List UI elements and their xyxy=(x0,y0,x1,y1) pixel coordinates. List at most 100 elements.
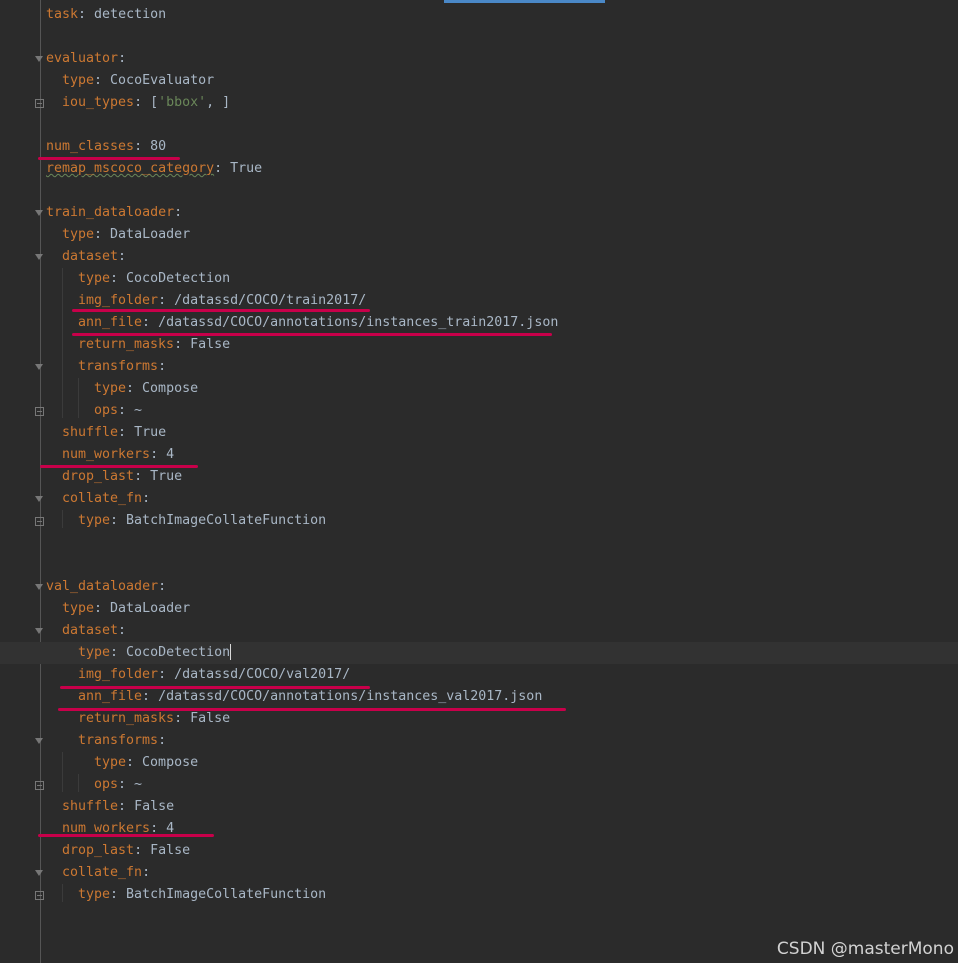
yaml-separator: : xyxy=(134,95,151,110)
code-line[interactable]: collate_fn: xyxy=(0,862,958,884)
fold-open-icon[interactable] xyxy=(35,55,44,64)
yaml-key: type xyxy=(78,513,111,528)
code-line-content: type: Compose xyxy=(94,378,198,400)
yaml-separator: : xyxy=(94,601,111,616)
code-line[interactable]: type: BatchImageCollateFunction xyxy=(0,884,958,906)
yaml-value: /datassd/COCO/annotations/instances_val2… xyxy=(158,689,543,704)
yaml-key: remap_mscoco_category xyxy=(46,161,215,176)
code-line[interactable]: type: DataLoader xyxy=(0,598,958,620)
code-line-content: evaluator: xyxy=(46,48,126,70)
code-line[interactable]: transforms: xyxy=(0,356,958,378)
annotation-underline xyxy=(72,333,552,336)
code-line[interactable]: shuffle: True xyxy=(0,422,958,444)
yaml-value: False xyxy=(150,843,191,858)
code-line-content: drop_last: True xyxy=(62,466,182,488)
yaml-value: /datassd/COCO/val2017/ xyxy=(174,667,351,682)
code-line[interactable]: ann_file: /datassd/COCO/annotations/inst… xyxy=(0,312,958,334)
code-line[interactable]: iou_types: ['bbox', ] xyxy=(0,92,958,114)
yaml-separator: : xyxy=(78,7,95,22)
yaml-key: iou_types xyxy=(62,95,135,110)
fold-end-icon[interactable] xyxy=(35,891,44,900)
fold-open-icon[interactable] xyxy=(35,869,44,878)
code-line[interactable]: type: CocoDetection xyxy=(0,268,958,290)
code-line[interactable]: type: CocoDetection xyxy=(0,642,958,664)
annotation-underline xyxy=(72,309,370,312)
code-line[interactable]: img_folder: /datassd/COCO/val2017/ xyxy=(0,664,958,686)
code-line[interactable]: type: Compose xyxy=(0,752,958,774)
yaml-key: train_dataloader xyxy=(46,205,175,220)
yaml-separator: : xyxy=(118,425,135,440)
yaml-separator: : xyxy=(134,469,151,484)
code-line[interactable]: type: CocoEvaluator xyxy=(0,70,958,92)
yaml-key: ops xyxy=(94,777,119,792)
yaml-key: type xyxy=(78,271,111,286)
code-line[interactable]: collate_fn: xyxy=(0,488,958,510)
code-line-content: val_dataloader: xyxy=(46,576,166,598)
code-line[interactable]: transforms: xyxy=(0,730,958,752)
code-line[interactable]: drop_last: False xyxy=(0,840,958,862)
fold-open-icon[interactable] xyxy=(35,627,44,636)
code-line[interactable]: num_classes: 80 xyxy=(0,136,958,158)
fold-open-icon[interactable] xyxy=(35,583,44,592)
fold-open-icon[interactable] xyxy=(35,495,44,504)
code-editor[interactable]: task: detection evaluator: type: CocoEvalu… xyxy=(0,0,958,963)
yaml-key: evaluator xyxy=(46,51,119,66)
code-line[interactable]: num_workers: 4 xyxy=(0,444,958,466)
yaml-value: 80 xyxy=(150,139,167,154)
code-line[interactable]: train_dataloader: xyxy=(0,202,958,224)
yaml-value: , ] xyxy=(206,95,231,110)
code-line[interactable] xyxy=(0,26,958,48)
yaml-key: collate_fn xyxy=(62,491,143,506)
fold-end-icon[interactable] xyxy=(35,781,44,790)
yaml-separator: : xyxy=(110,645,127,660)
yaml-value: DataLoader xyxy=(110,227,191,242)
code-line[interactable]: dataset: xyxy=(0,620,958,642)
yaml-key: shuffle xyxy=(62,799,119,814)
fold-end-icon[interactable] xyxy=(35,99,44,108)
yaml-separator: : xyxy=(134,139,151,154)
code-line[interactable]: evaluator: xyxy=(0,48,958,70)
yaml-value: False xyxy=(190,711,231,726)
code-line[interactable]: return_masks: False xyxy=(0,708,958,730)
yaml-separator: : xyxy=(158,359,167,374)
annotation-underline xyxy=(58,708,566,711)
yaml-value: Compose xyxy=(142,381,199,396)
code-line-content: num_classes: 80 xyxy=(46,136,166,158)
code-line[interactable]: remap_mscoco_category: True xyxy=(0,158,958,180)
yaml-separator: : xyxy=(118,777,135,792)
code-line[interactable]: ann_file: /datassd/COCO/annotations/inst… xyxy=(0,686,958,708)
code-line[interactable]: type: DataLoader xyxy=(0,224,958,246)
yaml-key: type xyxy=(62,601,95,616)
code-line[interactable]: task: detection xyxy=(0,4,958,26)
yaml-key: img_folder xyxy=(78,667,159,682)
yaml-value: /datassd/COCO/train2017/ xyxy=(174,293,367,308)
yaml-key: ops xyxy=(94,403,119,418)
code-line[interactable]: ops: ~ xyxy=(0,400,958,422)
code-line[interactable]: dataset: xyxy=(0,246,958,268)
yaml-value: DataLoader xyxy=(110,601,191,616)
code-line[interactable]: ops: ~ xyxy=(0,774,958,796)
code-line-content: shuffle: False xyxy=(62,796,174,818)
code-line[interactable] xyxy=(0,180,958,202)
code-line[interactable] xyxy=(0,554,958,576)
code-line[interactable]: val_dataloader: xyxy=(0,576,958,598)
code-line[interactable]: return_masks: False xyxy=(0,334,958,356)
code-line[interactable] xyxy=(0,532,958,554)
fold-end-icon[interactable] xyxy=(35,407,44,416)
fold-open-icon[interactable] xyxy=(35,363,44,372)
code-line[interactable]: type: BatchImageCollateFunction xyxy=(0,510,958,532)
yaml-separator: : xyxy=(118,403,135,418)
code-line-content: drop_last: False xyxy=(62,840,190,862)
yaml-separator: : xyxy=(174,711,191,726)
code-line[interactable]: drop_last: True xyxy=(0,466,958,488)
yaml-key: dataset xyxy=(62,623,119,638)
fold-end-icon[interactable] xyxy=(35,517,44,526)
indent-guide xyxy=(78,378,79,418)
code-line[interactable] xyxy=(0,114,958,136)
fold-open-icon[interactable] xyxy=(35,209,44,218)
code-line[interactable]: shuffle: False xyxy=(0,796,958,818)
code-line[interactable]: type: Compose xyxy=(0,378,958,400)
code-line-content: collate_fn: xyxy=(62,862,150,884)
fold-open-icon[interactable] xyxy=(35,737,44,746)
fold-open-icon[interactable] xyxy=(35,253,44,262)
